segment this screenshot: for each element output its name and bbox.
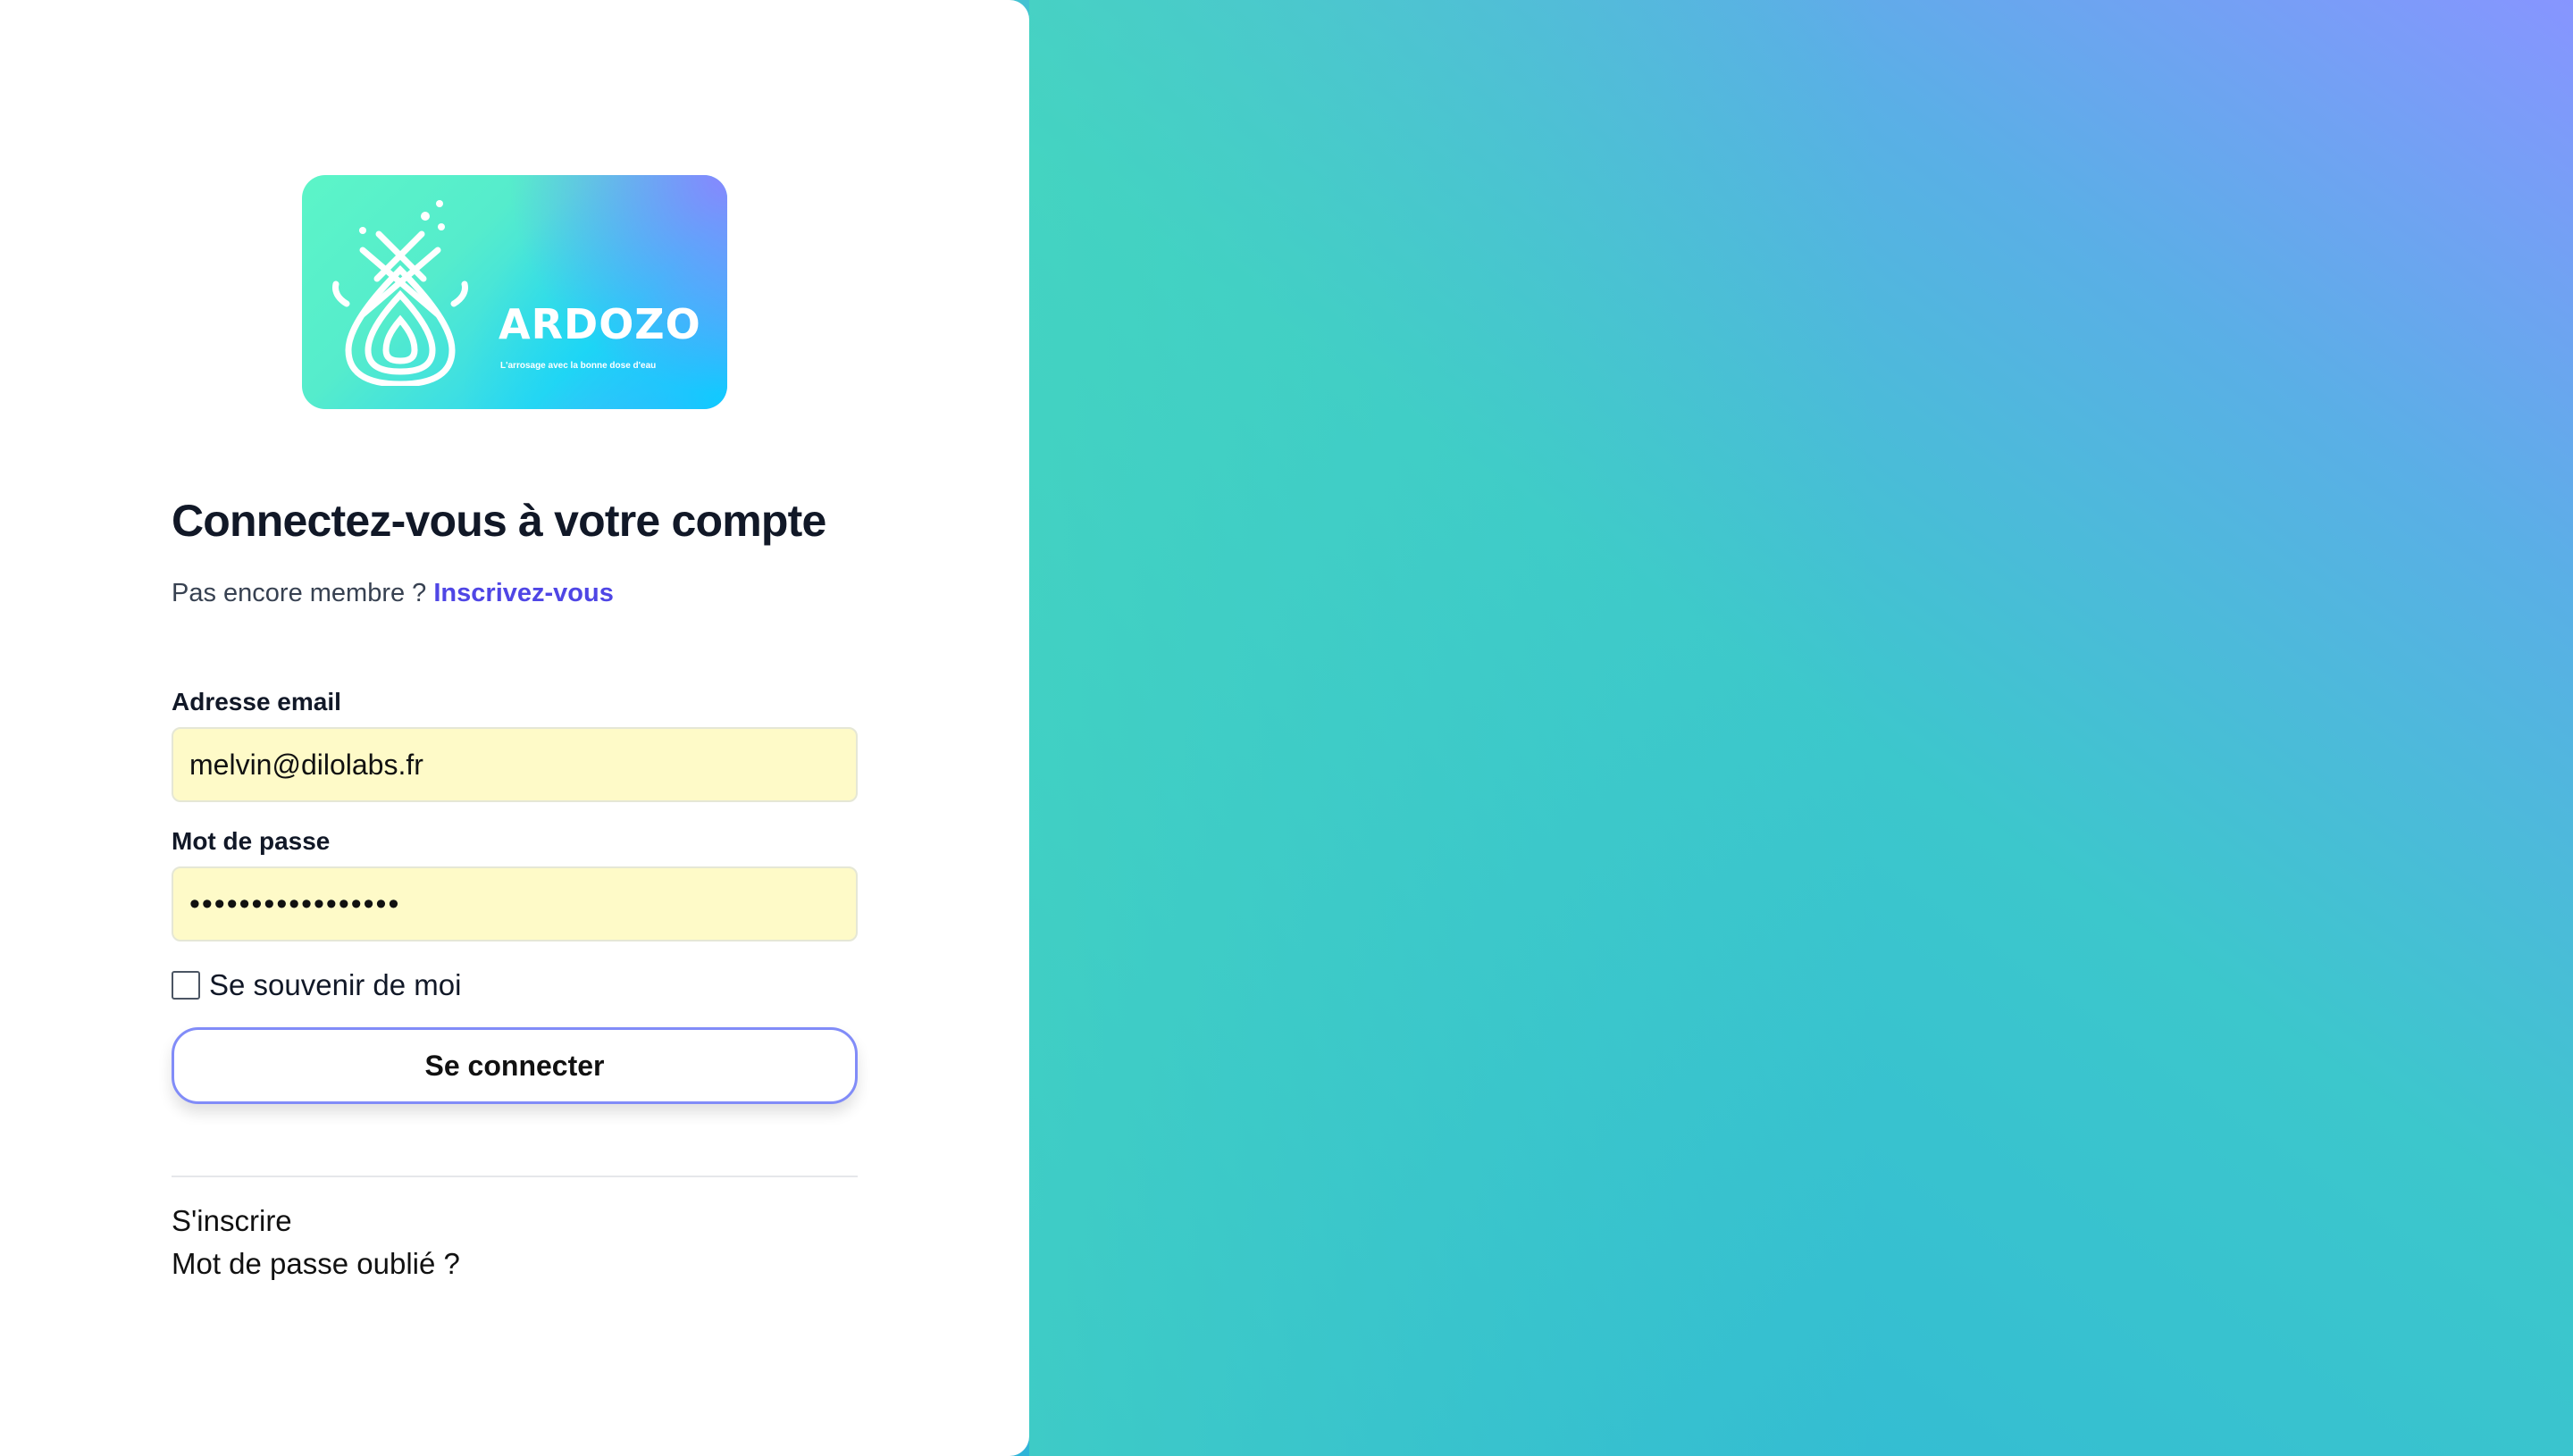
brand-name: ARDOZO	[499, 300, 701, 348]
email-field[interactable]: melvin@dilolabs.fr	[172, 727, 858, 802]
remember-me-label: Se souvenir de moi	[209, 968, 462, 1001]
signup-prompt-text: Pas encore membre ?	[172, 579, 427, 607]
login-button[interactable]: Se connecter	[172, 1027, 858, 1104]
email-label: Adresse email	[172, 688, 341, 715]
signup-link[interactable]: S'inscrire	[172, 1204, 292, 1238]
password-field[interactable]: •••••••••••••••••	[172, 866, 858, 941]
password-label: Mot de passe	[172, 827, 331, 855]
page-title: Connectez-vous à votre compte	[172, 496, 826, 546]
signup-prompt-link[interactable]: Inscrivez-vous	[433, 579, 613, 607]
brand-tagline: L'arrosage avec la bonne dose d'eau	[500, 361, 657, 371]
remember-me[interactable]: Se souvenir de moi	[172, 968, 461, 1002]
email-field-value: melvin@dilolabs.fr	[189, 748, 423, 781]
background-gradient	[1029, 0, 2573, 1456]
forgot-password-link[interactable]: Mot de passe oublié ?	[172, 1247, 460, 1281]
water-drop-icon	[332, 200, 468, 386]
signup-prompt: Pas encore membre ? Inscrivez-vous	[172, 579, 614, 608]
password-field-value: •••••••••••••••••	[189, 886, 401, 921]
remember-me-checkbox[interactable]	[172, 971, 200, 1000]
login-panel: ARDOZO L'arrosage avec la bonne dose d'e…	[0, 0, 1029, 1456]
brand-logo: ARDOZO L'arrosage avec la bonne dose d'e…	[302, 175, 727, 409]
divider	[172, 1176, 858, 1177]
